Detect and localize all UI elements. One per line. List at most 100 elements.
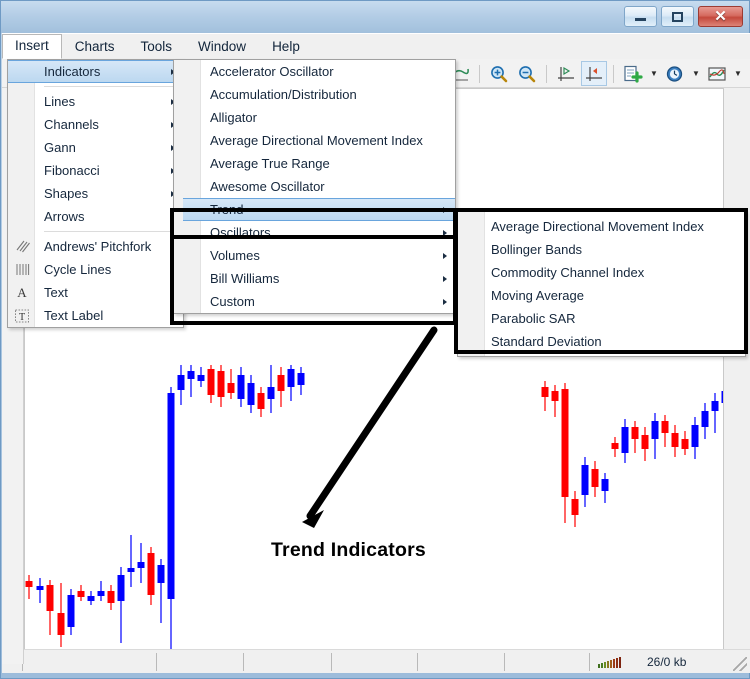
menu-item-label: Parabolic SAR bbox=[491, 311, 576, 326]
chevron-right-icon bbox=[443, 298, 447, 305]
menu-item-oscillators[interactable]: Oscillators bbox=[183, 221, 455, 244]
title-bar: ✕ bbox=[1, 1, 749, 33]
status-cell-5 bbox=[332, 652, 418, 671]
menu-item-label: Accumulation/Distribution bbox=[210, 87, 357, 102]
indicators-list-icon[interactable] bbox=[704, 61, 730, 86]
menu-item-label: Custom bbox=[210, 294, 255, 309]
menubar-item-help[interactable]: Help bbox=[259, 35, 313, 59]
menu-item-average-directional-movement-index[interactable]: Average Directional Movement Index bbox=[183, 129, 455, 152]
menu-separator bbox=[44, 86, 179, 87]
menu-item-label: Shapes bbox=[44, 186, 89, 201]
menu-item-label: Average Directional Movement Index bbox=[491, 219, 704, 234]
menu-item-label: Fibonacci bbox=[44, 163, 100, 178]
menu-item-channels[interactable]: Channels bbox=[8, 113, 183, 136]
indicators-submenu[interactable]: Accelerator Oscillator Accumulation/Dist… bbox=[173, 59, 456, 314]
status-traffic-label: 26/0 kb bbox=[647, 654, 687, 669]
menu-item-andrews-pitchfork[interactable]: Andrews' Pitchfork bbox=[8, 235, 183, 258]
menu-item-alligator[interactable]: Alligator bbox=[183, 106, 455, 129]
menubar-item-tools[interactable]: Tools bbox=[128, 35, 186, 59]
menu-item-fibonacci[interactable]: Fibonacci bbox=[8, 159, 183, 182]
menu-item-label: Average Directional Movement Index bbox=[210, 133, 423, 148]
zoom-out-icon[interactable] bbox=[514, 61, 540, 86]
zoom-in-icon[interactable] bbox=[486, 61, 512, 86]
maximize-glyph bbox=[672, 11, 683, 22]
menu-item-label: Volumes bbox=[210, 248, 260, 263]
menubar-item-insert[interactable]: Insert bbox=[2, 34, 62, 59]
svg-text:T: T bbox=[19, 312, 25, 323]
window-frame: ✕ ▼ ▼ ▼ Insert Charts Tools Window Help … bbox=[0, 0, 750, 679]
text-icon: A bbox=[17, 285, 27, 300]
pitchfork-icon bbox=[13, 238, 31, 256]
menu-item-arrows[interactable]: Arrows bbox=[8, 205, 183, 228]
chevron-right-icon bbox=[443, 229, 447, 236]
menu-item-label: Alligator bbox=[210, 110, 257, 125]
menu-item-bill-williams[interactable]: Bill Williams bbox=[183, 267, 455, 290]
menu-item-text-label[interactable]: T Text Label bbox=[8, 304, 183, 327]
period-dropdown-arrow-icon[interactable]: ▼ bbox=[690, 69, 702, 78]
menu-item-standard-deviation[interactable]: Standard Deviation bbox=[458, 330, 745, 353]
window-close-button[interactable]: ✕ bbox=[698, 6, 743, 27]
window-maximize-button[interactable] bbox=[661, 6, 694, 27]
indicators-dropdown-arrow-icon[interactable]: ▼ bbox=[732, 69, 744, 78]
menu-item-shapes[interactable]: Shapes bbox=[8, 182, 183, 205]
menu-item-indicators[interactable]: Indicators bbox=[8, 60, 183, 83]
menu-item-label: Accelerator Oscillator bbox=[210, 64, 334, 79]
status-cell-7 bbox=[505, 652, 590, 671]
cycle-lines-icon bbox=[13, 261, 31, 279]
menu-item-moving-average[interactable]: Moving Average bbox=[458, 284, 745, 307]
window-controls: ✕ bbox=[624, 6, 743, 27]
menu-item-label: Cycle Lines bbox=[44, 262, 112, 277]
text-label-icon: T bbox=[13, 307, 31, 325]
chart-shift-icon[interactable] bbox=[553, 61, 579, 86]
menu-item-awesome-oscillator[interactable]: Awesome Oscillator bbox=[183, 175, 455, 198]
menu-item-gann[interactable]: Gann bbox=[8, 136, 183, 159]
insert-menu[interactable]: Indicators Lines Channels Gann Fibonacci… bbox=[7, 59, 184, 328]
close-icon: ✕ bbox=[714, 8, 727, 25]
chevron-right-icon bbox=[443, 252, 447, 259]
menu-item-cycle-lines[interactable]: Cycle Lines bbox=[8, 258, 183, 281]
menu-item-label: Andrews' Pitchfork bbox=[44, 239, 152, 254]
new-chart-icon[interactable] bbox=[620, 61, 646, 86]
menu-item-label: Lines bbox=[44, 94, 76, 109]
menu-item-text[interactable]: A Text bbox=[8, 281, 183, 304]
menu-item-volumes[interactable]: Volumes bbox=[183, 244, 455, 267]
menu-item-label: Oscillators bbox=[210, 225, 271, 240]
menubar-item-window[interactable]: Window bbox=[185, 35, 259, 59]
status-cell-4 bbox=[244, 652, 332, 671]
auto-scroll-icon[interactable] bbox=[581, 61, 607, 86]
menu-item-bollinger-bands[interactable]: Bollinger Bands bbox=[458, 238, 745, 261]
menu-item-label: Text bbox=[44, 285, 68, 300]
menu-item-average-directional-movement-index[interactable]: Average Directional Movement Index bbox=[458, 215, 745, 238]
menu-item-label: Standard Deviation bbox=[491, 334, 602, 349]
status-cell-3 bbox=[157, 652, 244, 671]
signal-bars-icon bbox=[590, 656, 621, 668]
menu-item-parabolic-sar[interactable]: Parabolic SAR bbox=[458, 307, 745, 330]
new-chart-dropdown-arrow-icon[interactable]: ▼ bbox=[648, 69, 660, 78]
status-cell-6 bbox=[418, 652, 505, 671]
menu-item-label: Gann bbox=[44, 140, 76, 155]
app-root: ✕ ▼ ▼ ▼ Insert Charts Tools Window Help … bbox=[0, 0, 750, 679]
menu-item-commodity-channel-index[interactable]: Commodity Channel Index bbox=[458, 261, 745, 284]
menu-item-label: Trend bbox=[210, 202, 244, 217]
toolbar-separator bbox=[479, 64, 480, 83]
chevron-right-icon bbox=[443, 206, 447, 213]
menu-item-lines[interactable]: Lines bbox=[8, 90, 183, 113]
menu-separator bbox=[44, 231, 179, 232]
menu-bar: Insert Charts Tools Window Help bbox=[2, 34, 750, 59]
window-minimize-button[interactable] bbox=[624, 6, 657, 27]
menu-item-label: Channels bbox=[44, 117, 99, 132]
period-clock-icon[interactable] bbox=[662, 61, 688, 86]
menu-item-custom[interactable]: Custom bbox=[183, 290, 455, 313]
menubar-item-charts[interactable]: Charts bbox=[62, 35, 128, 59]
client-area: ▼ ▼ ▼ Insert Charts Tools Window Help Tr… bbox=[2, 33, 750, 673]
menu-item-accumulation-distribution[interactable]: Accumulation/Distribution bbox=[183, 83, 455, 106]
menu-item-label: Commodity Channel Index bbox=[491, 265, 645, 280]
menu-item-label: Bill Williams bbox=[210, 271, 280, 286]
menu-item-accelerator-oscillator[interactable]: Accelerator Oscillator bbox=[183, 60, 455, 83]
menu-item-average-true-range[interactable]: Average True Range bbox=[183, 152, 455, 175]
menu-item-trend[interactable]: Trend bbox=[183, 198, 455, 221]
trend-submenu[interactable]: Average Directional Movement Index Bolli… bbox=[457, 211, 746, 357]
menu-item-label: Arrows bbox=[44, 209, 85, 224]
resize-grip[interactable] bbox=[733, 657, 747, 671]
menu-item-label: Bollinger Bands bbox=[491, 242, 583, 257]
